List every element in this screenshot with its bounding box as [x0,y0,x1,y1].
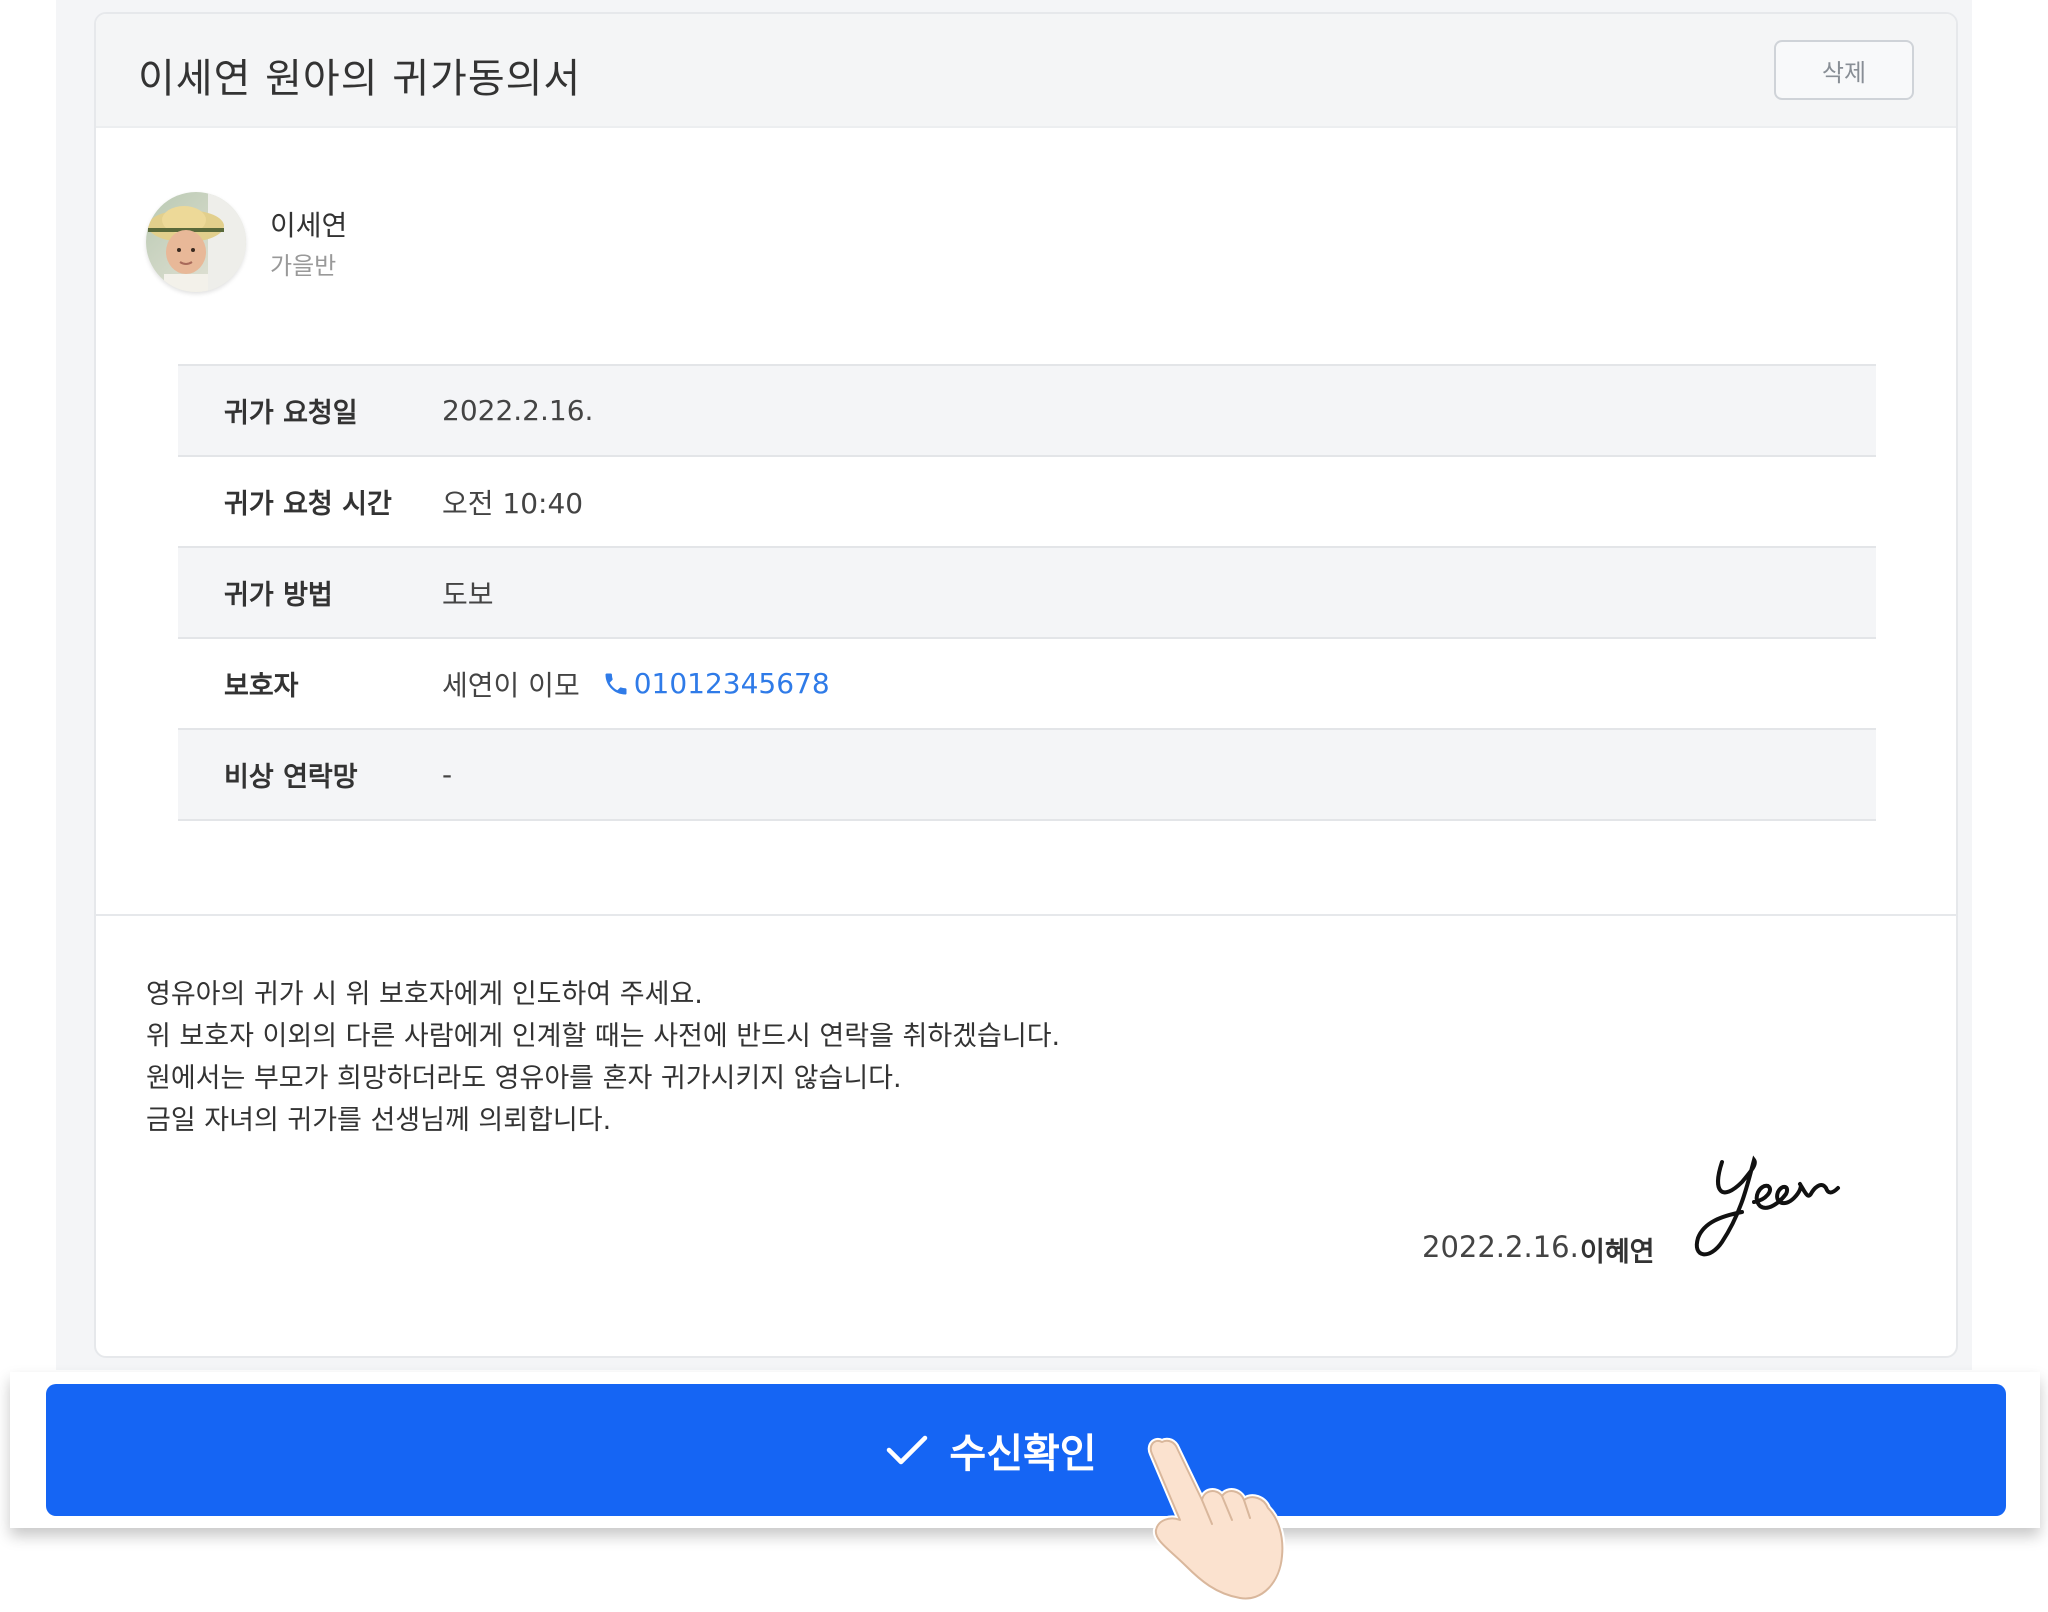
phone-number: 01012345678 [633,667,830,700]
row-value: 오전 10:40 [442,486,584,520]
row-value: 2022.2.16. [442,394,594,427]
row-label: 보호자 [224,671,299,702]
notice-line: 영유아의 귀가 시 위 보호자에게 인도하여 주세요. [146,979,703,1010]
card-header: 이세연 원아의 귀가동의서 삭제 [96,14,1956,128]
table-row: 비상 연락망 - [178,730,1876,821]
child-class: 가을반 [270,252,337,280]
row-value: 세연이 이모 01012345678 [442,664,830,704]
delete-button[interactable]: 삭제 [1774,40,1914,100]
row-label: 귀가 요청일 [224,398,358,429]
row-label: 귀가 방법 [224,580,333,611]
signer-name: 이혜연 [1580,1237,1655,1268]
notice-line: 금일 자녀의 귀가를 선생님께 의뢰합니다. [146,1105,612,1136]
signature-date: 2022.2.16. [1422,1230,1579,1264]
consent-notice: 영유아의 귀가 시 위 보호자에게 인도하여 주세요. 위 보호자 이외의 다른… [146,974,1060,1142]
row-label: 비상 연락망 [224,762,358,793]
child-photo-icon [146,192,246,292]
check-icon [887,1435,928,1465]
row-value: - [442,758,453,791]
confirm-content: 수신확인 [885,1421,1097,1479]
guardian-phone-link[interactable]: 01012345678 [602,667,830,700]
section-divider [96,914,1956,916]
table-row: 귀가 요청일 2022.2.16. [178,366,1876,457]
info-table: 귀가 요청일 2022.2.16. 귀가 요청 시간 오전 10:40 귀가 방… [178,364,1876,821]
page-title: 이세연 원아의 귀가동의서 [138,56,582,102]
avatar [146,192,246,292]
table-row: 귀가 요청 시간 오전 10:40 [178,457,1876,548]
phone-icon [605,673,627,694]
guardian-name: 세연이 이모 [442,668,580,702]
row-label: 귀가 요청 시간 [224,489,392,520]
table-row: 보호자 세연이 이모 01012345678 [178,639,1876,730]
confirm-label: 수신확인 [949,1431,1097,1477]
hand-pointer-icon [1147,1437,1286,1602]
consent-card: 이세연 원아의 귀가동의서 삭제 이세연 가을반 귀가 요청일 2022.2.1… [94,12,1958,1358]
handwritten-signature-icon [1694,1155,1840,1257]
table-row: 귀가 방법 도보 [178,548,1876,639]
confirm-receipt-button[interactable]: 수신확인 [46,1384,2006,1516]
notice-line: 원에서는 부모가 희망하더라도 영유아를 혼자 귀가시키지 않습니다. [146,1063,902,1094]
row-value: 도보 [442,577,494,611]
child-name: 이세연 [270,209,348,242]
notice-line: 위 보호자 이외의 다른 사람에게 인계할 때는 사전에 반드시 연락을 취하겠… [146,1021,1061,1052]
